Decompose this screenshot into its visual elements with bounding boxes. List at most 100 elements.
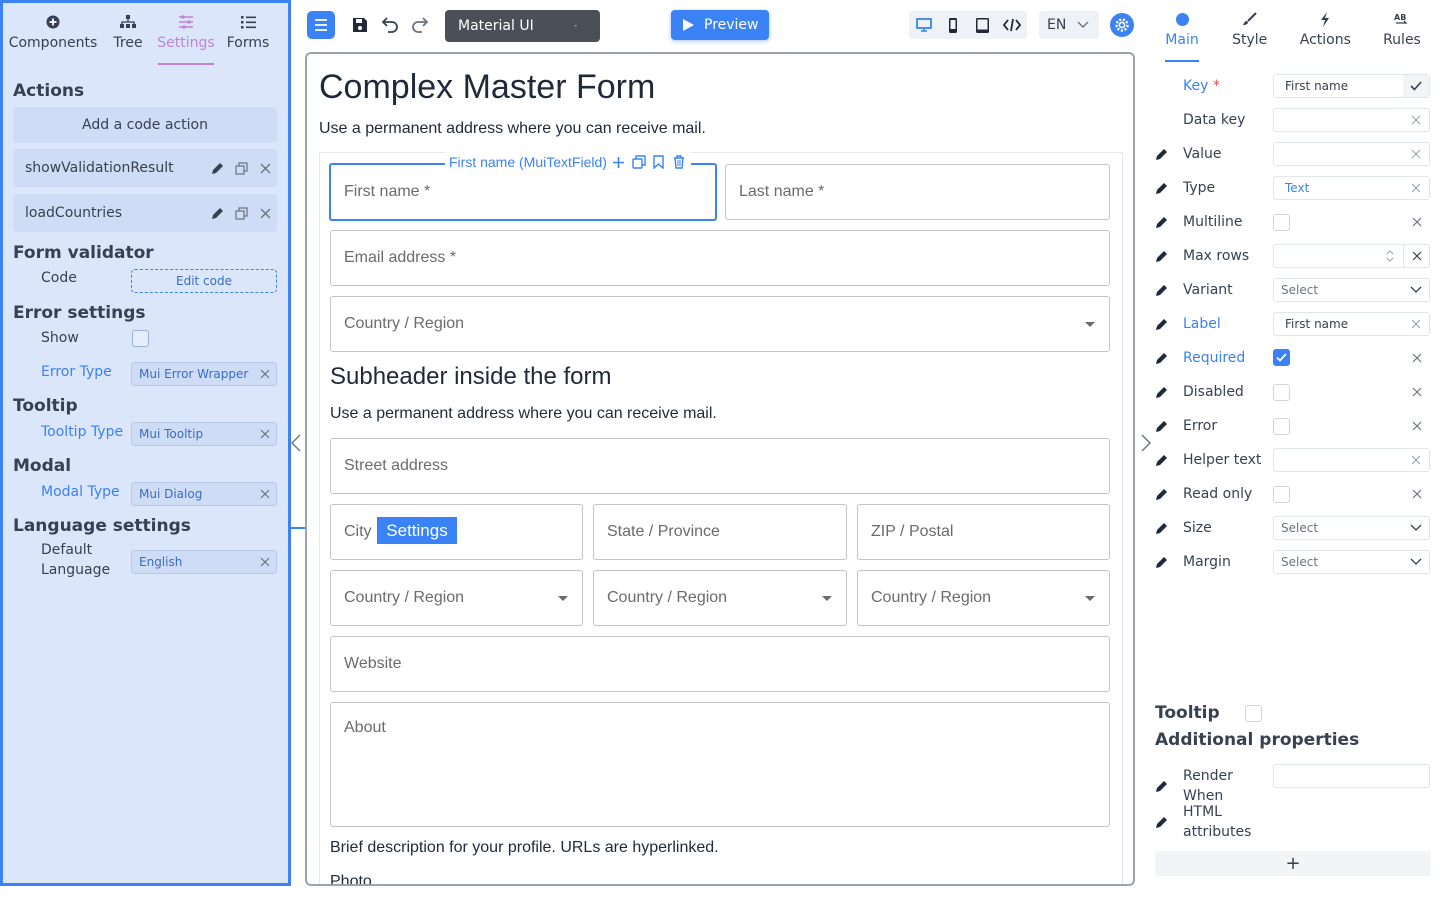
clear-icon[interactable] <box>1407 484 1427 504</box>
collapse-left-chevron-icon[interactable] <box>289 432 303 454</box>
edit-pen-icon[interactable] <box>1155 216 1183 229</box>
clear-icon[interactable] <box>1407 348 1427 368</box>
clear-icon[interactable] <box>1403 245 1429 267</box>
key-input[interactable]: First name <box>1273 74 1430 98</box>
tab-tree[interactable]: Tree <box>103 3 153 67</box>
ui-library-select[interactable]: Material UI - <box>445 10 600 42</box>
desktop-view-button[interactable] <box>909 11 939 39</box>
clear-icon[interactable] <box>1403 449 1429 471</box>
add-property-button[interactable]: + <box>1155 851 1431 876</box>
modal-type-field[interactable]: Mui Dialog <box>131 482 277 506</box>
tab-settings[interactable]: Settings <box>157 3 215 67</box>
edit-pen-icon[interactable] <box>1155 454 1183 467</box>
tablet-view-button[interactable] <box>968 11 998 39</box>
edit-pen-icon[interactable] <box>1155 780 1183 793</box>
add-icon[interactable] <box>611 154 627 170</box>
read-only-checkbox[interactable] <box>1273 486 1290 503</box>
tab-style[interactable]: Style <box>1232 0 1267 64</box>
settings-button[interactable] <box>1110 13 1134 37</box>
error-checkbox[interactable] <box>1273 418 1290 435</box>
max-rows-input[interactable] <box>1273 244 1430 268</box>
edit-pen-icon[interactable] <box>205 201 229 225</box>
zip-field[interactable]: ZIP / Postal <box>857 504 1110 560</box>
clear-icon[interactable] <box>1407 416 1427 436</box>
clear-icon[interactable] <box>1403 313 1429 335</box>
duplicate-icon[interactable] <box>631 154 647 170</box>
required-checkbox[interactable] <box>1273 349 1290 366</box>
menu-button[interactable] <box>307 11 335 39</box>
clear-icon[interactable] <box>254 429 276 439</box>
margin-select[interactable]: Select <box>1273 550 1430 574</box>
language-select[interactable]: EN <box>1039 11 1099 39</box>
edit-pen-icon[interactable] <box>1155 556 1183 569</box>
value-input[interactable] <box>1273 142 1430 166</box>
about-textarea[interactable]: About <box>330 702 1110 827</box>
edit-pen-icon[interactable] <box>205 156 229 180</box>
edit-pen-icon[interactable] <box>1155 420 1183 433</box>
edit-pen-icon[interactable] <box>1155 386 1183 399</box>
country-select[interactable]: Country / Region <box>593 570 847 626</box>
clear-icon[interactable] <box>1403 177 1429 199</box>
type-input[interactable]: Text <box>1273 176 1430 200</box>
action-item[interactable]: loadCountries <box>13 194 277 232</box>
edit-pen-icon[interactable] <box>1155 182 1183 195</box>
country-select[interactable]: Country / Region <box>330 296 1110 352</box>
close-icon[interactable] <box>253 156 277 180</box>
code-view-button[interactable] <box>998 11 1028 39</box>
tab-main[interactable]: Main <box>1165 0 1199 64</box>
clear-icon[interactable] <box>254 489 276 499</box>
error-type-field[interactable]: Mui Error Wrapper <box>131 362 277 386</box>
bookmark-icon[interactable] <box>651 154 667 170</box>
redo-button[interactable] <box>406 11 434 39</box>
edit-pen-icon[interactable] <box>1155 148 1183 161</box>
mobile-view-button[interactable] <box>939 11 969 39</box>
disabled-checkbox[interactable] <box>1273 384 1290 401</box>
data-key-input[interactable] <box>1273 108 1430 132</box>
check-icon[interactable] <box>1403 75 1429 97</box>
tab-actions[interactable]: Actions <box>1300 0 1351 64</box>
multiline-checkbox[interactable] <box>1273 214 1290 231</box>
clear-icon[interactable] <box>1403 109 1429 131</box>
stepper-icon[interactable] <box>1377 245 1403 267</box>
edit-pen-icon[interactable] <box>1155 816 1183 829</box>
website-field[interactable]: Website <box>330 636 1110 692</box>
edit-pen-icon[interactable] <box>1155 522 1183 535</box>
state-field[interactable]: State / Province <box>593 504 847 560</box>
clear-icon[interactable] <box>1403 143 1429 165</box>
tab-forms[interactable]: Forms <box>224 3 272 67</box>
country-select[interactable]: Country / Region <box>857 570 1110 626</box>
clear-icon[interactable] <box>1407 382 1427 402</box>
edit-pen-icon[interactable] <box>1155 250 1183 263</box>
copy-icon[interactable] <box>229 201 253 225</box>
render-when-input[interactable] <box>1273 764 1430 788</box>
email-field[interactable]: Email address * <box>330 230 1110 286</box>
add-code-action-button[interactable]: Add a code action <box>13 107 277 143</box>
undo-button[interactable] <box>376 11 404 39</box>
edit-pen-icon[interactable] <box>1155 488 1183 501</box>
copy-icon[interactable] <box>229 156 253 180</box>
clear-icon[interactable] <box>1407 212 1427 232</box>
default-language-field[interactable]: English <box>131 550 277 574</box>
preview-button[interactable]: Preview <box>671 10 769 40</box>
label-input[interactable]: First name <box>1273 312 1430 336</box>
action-item[interactable]: showValidationResult <box>13 149 277 187</box>
street-address-field[interactable]: Street address <box>330 438 1110 494</box>
close-icon[interactable] <box>253 201 277 225</box>
country-select[interactable]: Country / Region <box>330 570 583 626</box>
tab-components[interactable]: Components <box>3 3 103 67</box>
edit-pen-icon[interactable] <box>1155 284 1183 297</box>
edit-pen-icon[interactable] <box>1155 318 1183 331</box>
tab-rules[interactable]: AB Rules <box>1383 0 1421 64</box>
trash-icon[interactable] <box>671 154 687 170</box>
last-name-field[interactable]: Last name * <box>725 164 1110 220</box>
variant-select[interactable]: Select <box>1273 278 1430 302</box>
clear-icon[interactable] <box>254 369 276 379</box>
edit-code-button[interactable]: Edit code <box>131 269 277 293</box>
tooltip-type-field[interactable]: Mui Tooltip <box>131 422 277 446</box>
clear-icon[interactable] <box>254 557 276 567</box>
edit-pen-icon[interactable] <box>1155 352 1183 365</box>
size-select[interactable]: Select <box>1273 516 1430 540</box>
tooltip-checkbox[interactable] <box>1245 705 1262 722</box>
save-button[interactable] <box>346 11 374 39</box>
show-checkbox[interactable] <box>132 330 149 347</box>
